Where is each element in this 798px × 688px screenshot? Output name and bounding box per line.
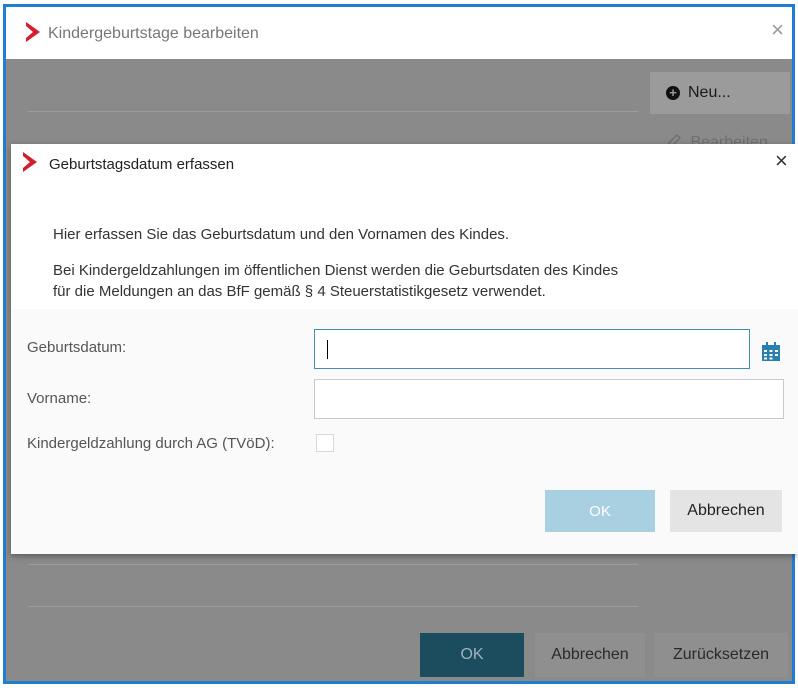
child-benefit-checkbox[interactable] (316, 434, 334, 452)
dialog-close-icon[interactable]: × (775, 150, 788, 172)
outer-titlebar: Kindergeburtstage bearbeiten × (6, 7, 792, 59)
new-button-label: Neu... (688, 84, 731, 101)
intro-text: Hier erfassen Sie das Geburtsdatum und d… (53, 226, 510, 243)
firstname-label: Vorname: (27, 390, 92, 407)
firstname-input[interactable] (314, 379, 784, 419)
outer-window-title: Kindergeburtstage bearbeiten (48, 25, 259, 42)
outer-ok-button[interactable]: OK (420, 633, 524, 677)
info-text-line2: für die Meldungen an das BfF gemäß § 4 S… (53, 283, 546, 300)
new-button[interactable]: + Neu... (650, 72, 790, 114)
divider (28, 606, 638, 607)
app-logo-icon (26, 22, 40, 42)
plus-circle-icon: + (666, 86, 680, 100)
birthdate-label: Geburtsdatum: (27, 339, 127, 356)
birthdate-dialog: Geburtstagsdatum erfassen × Hier erfasse… (11, 144, 798, 554)
dialog-ok-button[interactable]: OK (545, 490, 655, 532)
divider (28, 564, 638, 565)
birthdate-input[interactable] (314, 329, 750, 369)
dialog-cancel-button[interactable]: Abbrechen (670, 490, 782, 532)
outer-close-icon[interactable]: × (771, 19, 784, 41)
reset-button[interactable]: Zurücksetzen (654, 633, 788, 677)
info-text-line1: Bei Kindergeldzahlungen im öffentlichen … (53, 262, 619, 279)
text-caret (327, 340, 328, 359)
outer-cancel-button[interactable]: Abbrechen (535, 633, 645, 677)
calendar-icon[interactable] (761, 342, 781, 362)
dialog-title: Geburtstagsdatum erfassen (49, 156, 235, 173)
dialog-logo-icon (23, 152, 37, 172)
divider (28, 111, 638, 112)
child-benefit-label: Kindergeldzahlung durch AG (TVöD): (27, 435, 275, 452)
